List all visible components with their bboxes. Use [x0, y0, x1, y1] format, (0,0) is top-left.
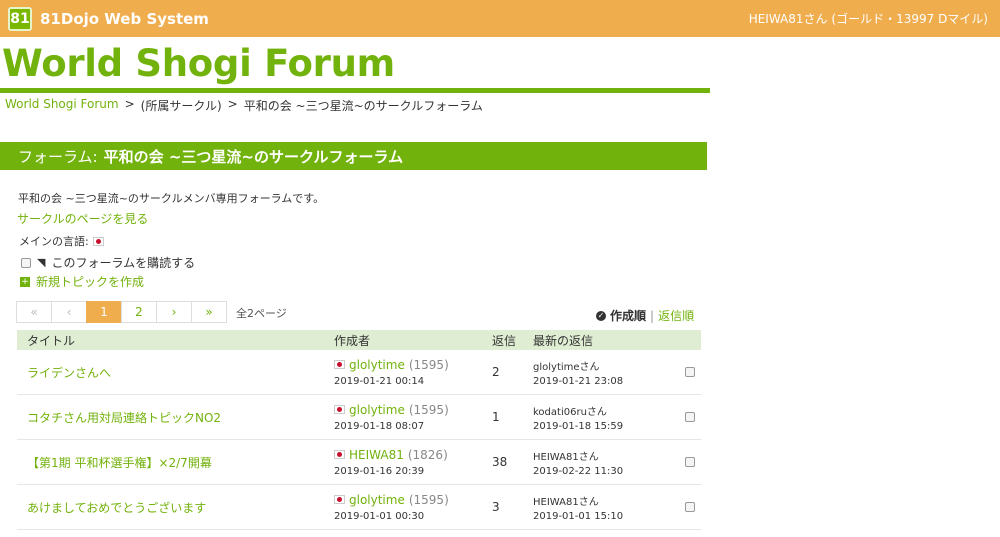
breadcrumb-separator: > — [124, 97, 135, 111]
page-title: World Shogi Forum — [2, 42, 395, 85]
reply-count: 1 — [492, 410, 500, 424]
latest-reply-date: 2019-02-22 11:30 — [533, 465, 624, 477]
forum-label: フォーラム: — [18, 148, 98, 166]
japan-flag-icon — [334, 405, 345, 414]
table-row: ライデンさんへ glolytime (1595) 2019-01-21 00:14… — [17, 350, 701, 395]
app-name: 81Dojo Web System — [40, 9, 209, 28]
breadcrumb-separator: > — [227, 97, 238, 111]
created-date: 2019-01-21 00:14 — [334, 375, 425, 387]
check-circle-icon: ✓ — [596, 310, 606, 321]
header-latest: 最新の返信 — [533, 333, 594, 348]
author-link[interactable]: HEIWA81 — [349, 448, 404, 462]
sort-options: ✓ 作成順 | 返信順 — [596, 307, 694, 324]
page-2-button[interactable]: 2 — [121, 301, 157, 323]
breadcrumb: World Shogi Forum > (所属サークル) > 平和の会 ~三つ星… — [5, 97, 483, 114]
japan-flag-icon — [92, 236, 104, 246]
rss-icon: ◥ — [37, 256, 46, 269]
latest-reply-user: kodati06ruさん — [533, 406, 607, 418]
breadcrumb-current: 平和の会 ~三つ星流~のサークルフォーラム — [243, 99, 483, 113]
latest-reply-user: glolytimeさん — [533, 361, 600, 373]
topic-title-link[interactable]: ライデンさんへ — [27, 366, 111, 380]
circle-page-link[interactable]: サークルのページを見る — [17, 210, 148, 227]
header-title: タイトル — [27, 333, 76, 348]
main-language: メインの言語: — [19, 233, 104, 249]
sort-by-reply[interactable]: 返信順 — [658, 307, 694, 324]
page-1-button[interactable]: 1 — [86, 301, 122, 323]
topic-title-link[interactable]: あけましておめでとうございます — [27, 501, 206, 515]
next-page-button[interactable]: › — [156, 301, 192, 323]
subscribe-option[interactable]: ◥ このフォーラムを購読する — [21, 254, 195, 271]
last-page-button[interactable]: » — [191, 301, 227, 323]
rank-badge: ゴールド — [836, 12, 885, 26]
row-checkbox[interactable] — [684, 457, 695, 467]
reply-count: 2 — [492, 365, 500, 379]
japan-flag-icon — [334, 450, 345, 459]
created-date: 2019-01-01 00:30 — [334, 510, 425, 522]
table-row: 【第1期 平和杯選手権】×2/7開幕 HEIWA81 (1826) 2019-01… — [17, 440, 701, 485]
miles: ・13997 Dマイル) — [884, 12, 988, 26]
row-checkbox[interactable] — [684, 367, 695, 377]
header-replies: 返信 — [492, 333, 517, 348]
latest-reply-user: HEIWA81さん — [533, 496, 599, 508]
header-author: 作成者 — [334, 333, 371, 348]
latest-reply-date: 2019-01-21 23:08 — [533, 375, 624, 387]
created-date: 2019-01-18 08:07 — [334, 420, 425, 432]
sort-separator: | — [650, 308, 655, 323]
reply-count: 38 — [492, 455, 508, 469]
prev-page-button[interactable]: ‹ — [51, 301, 87, 323]
latest-reply-user: HEIWA81さん — [533, 451, 599, 463]
top-bar: 81 81Dojo Web System HEIWA81さん (ゴールド・139… — [0, 0, 1000, 37]
author-link[interactable]: glolytime — [349, 493, 405, 507]
forum-description: 平和の会 ~三つ星流~のサークルメンバ専用フォーラムです。 — [18, 192, 325, 205]
table-header: タイトル 作成者 返信 最新の返信 — [17, 330, 701, 350]
latest-reply-date: 2019-01-01 15:10 — [533, 510, 624, 522]
pagination: « ‹ 1 2 › » — [16, 301, 227, 323]
latest-reply-date: 2019-01-18 15:59 — [533, 420, 624, 432]
row-checkbox[interactable] — [684, 412, 695, 422]
topic-title-link[interactable]: コタチさん用対局連絡トピックNO2 — [27, 411, 221, 425]
breadcrumb-section[interactable]: (所属サークル) — [141, 97, 222, 114]
subscribe-label: このフォーラムを購読する — [51, 256, 196, 270]
username: HEIWA81さん — [748, 12, 828, 26]
table-row: コタチさん用対局連絡トピックNO2 glolytime (1595) 2019-0… — [17, 395, 701, 440]
user-info[interactable]: HEIWA81さん (ゴールド・13997 Dマイル) — [749, 10, 988, 27]
new-topic-label: 新規トピックを作成 — [36, 275, 145, 289]
author-rating: (1595) — [408, 492, 449, 507]
forum-header: フォーラム: 平和の会 ~三つ星流~のサークルフォーラム — [0, 142, 707, 170]
author-link[interactable]: glolytime — [349, 403, 405, 417]
title-divider — [0, 88, 710, 93]
brand[interactable]: 81 81Dojo Web System — [8, 6, 209, 31]
total-pages: 全2ページ — [236, 307, 287, 320]
author-rating: (1595) — [408, 357, 449, 372]
plus-icon: + — [20, 276, 30, 287]
author-rating: (1595) — [408, 402, 449, 417]
subscribe-checkbox[interactable] — [21, 257, 31, 268]
row-checkbox[interactable] — [684, 502, 695, 512]
table-row: あけましておめでとうございます glolytime (1595) 2019-01-… — [17, 485, 701, 530]
japan-flag-icon — [334, 360, 345, 369]
author-rating: (1826) — [407, 447, 448, 462]
sort-by-created[interactable]: 作成順 — [610, 307, 646, 324]
language-label: メインの言語: — [19, 235, 89, 248]
reply-count: 3 — [492, 500, 500, 514]
forum-name: 平和の会 ~三つ星流~のサークルフォーラム — [103, 148, 404, 166]
breadcrumb-root[interactable]: World Shogi Forum — [5, 97, 119, 114]
author-link[interactable]: glolytime — [349, 358, 405, 372]
created-date: 2019-01-16 20:39 — [334, 465, 425, 477]
topics-table: タイトル 作成者 返信 最新の返信 ライデンさんへ glolytime (1595… — [17, 330, 701, 530]
topic-title-link[interactable]: 【第1期 平和杯選手権】×2/7開幕 — [27, 456, 212, 470]
new-topic-button[interactable]: + 新規トピックを作成 — [20, 273, 144, 290]
logo-icon: 81 — [8, 6, 32, 31]
first-page-button[interactable]: « — [16, 301, 52, 323]
japan-flag-icon — [334, 495, 345, 504]
